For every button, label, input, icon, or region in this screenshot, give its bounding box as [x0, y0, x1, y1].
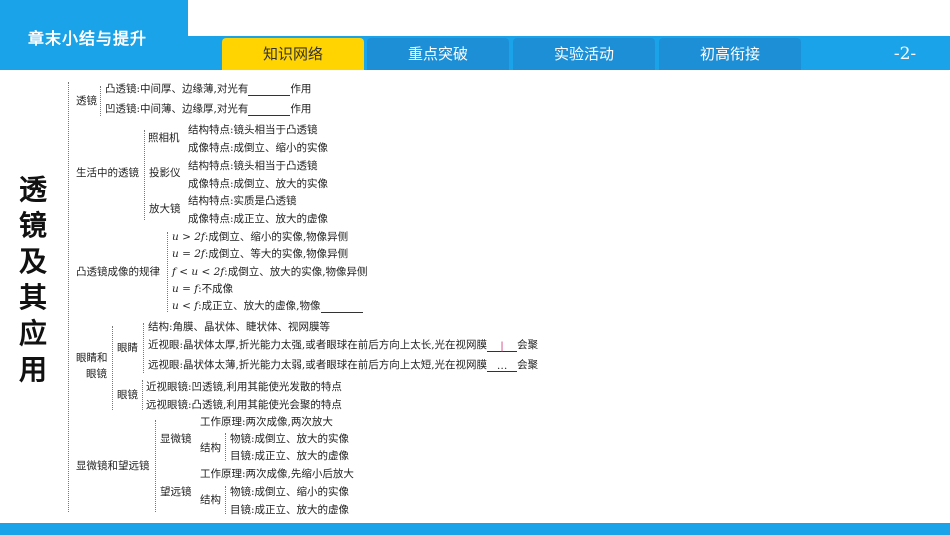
eye-sub-brace — [143, 323, 144, 373]
eyes-brace — [112, 326, 113, 410]
side-title-char: 透 — [18, 173, 47, 206]
telescope-eyepiece: 目镜:成正立、放大的虚像 — [230, 504, 350, 516]
rule-condition: u = 2f — [172, 248, 205, 260]
myopia-suffix: 会聚 — [517, 339, 539, 351]
camera-label: 照相机 — [148, 132, 180, 144]
side-title-char: 用 — [18, 353, 47, 386]
tab-knowledge-network[interactable]: 知识网络 — [222, 38, 364, 70]
concave-lens-item: 凹透镜:中间薄、边缘厚,对光有 作用 — [105, 102, 311, 116]
projector-label: 投影仪 — [149, 167, 181, 179]
rule-result: :成倒立、放大的实像,物像异侧 — [224, 266, 368, 278]
answer-blank — [320, 300, 363, 313]
projector-feature: 结构特点:镜头相当于凸透镜 — [188, 160, 318, 172]
telescope-structure-brace — [225, 486, 226, 514]
rule-item-3: f < u < 2f:成倒立、放大的实像,物像异侧 — [172, 265, 368, 279]
rule-condition: f < u < 2f — [172, 266, 225, 278]
answer-blank: | — [487, 339, 518, 352]
microscope-structure-brace — [225, 433, 226, 461]
concave-lens-text: 凹透镜:中间薄、边缘厚,对光有 — [105, 103, 249, 115]
eye-structure: 结构:角膜、晶状体、睫状体、视网膜等 — [148, 321, 331, 333]
microscope-objective: 物镜:成倒立、放大的实像 — [230, 433, 350, 445]
rule-condition: u > 2f — [172, 231, 205, 243]
myopia-glasses: 近视眼镜:凹透镜,利用其能使光发散的特点 — [146, 381, 342, 393]
answer-blank — [248, 103, 291, 116]
main-brace — [68, 82, 69, 512]
glasses-brace — [142, 380, 143, 410]
daily-brace — [144, 130, 145, 220]
rule-item-1: u > 2f:成倒立、缩小的实像,物像异侧 — [172, 230, 348, 244]
rule-item-4: u = f:不成像 — [172, 282, 233, 296]
lens-label: 透镜 — [76, 95, 97, 107]
rule-item-5: u < f:成正立、放大的虚像,物像 — [172, 299, 363, 313]
rule-result: :成倒立、等大的实像,物像异侧 — [204, 248, 349, 260]
side-title-char: 应 — [18, 317, 47, 350]
hyperopia-item: 远视眼:晶状体太薄,折光能力太弱,或者眼球在前后方向上太短,光在视网膜… 会聚 — [148, 358, 538, 372]
tab-key-points[interactable]: 重点突破 — [367, 38, 509, 70]
scopes-brace — [155, 420, 156, 512]
tab-experiments[interactable]: 实验活动 — [513, 38, 655, 70]
camera-feature: 结构特点:镜头相当于凸透镜 — [188, 124, 318, 136]
eyes-label-line2: 眼镜 — [86, 368, 107, 380]
scopes-label: 显微镜和望远镜 — [76, 460, 150, 472]
answer-blank — [248, 83, 291, 96]
telescope-principle: 工作原理:两次成像,先缩小后放大 — [200, 468, 354, 480]
chapter-title-box: 章末小结与提升 — [0, 0, 188, 70]
microscope-eyepiece: 目镜:成正立、放大的虚像 — [230, 450, 350, 462]
hyperopia-suffix: 会聚 — [517, 359, 539, 371]
hyperopia-glasses: 远视眼镜:凸透镜,利用其能使光会聚的特点 — [146, 399, 342, 411]
microscope-label: 显微镜 — [160, 433, 192, 445]
magnifier-label: 放大镜 — [149, 203, 181, 215]
myopia-text: 近视眼:晶状体太厚,折光能力太强,或者眼球在前后方向上太长,光在视网膜 — [148, 339, 488, 351]
magnifier-feature: 结构特点:实质是凸透镜 — [188, 195, 297, 207]
page-number: -2- — [893, 44, 917, 64]
rule-result: :成倒立、缩小的实像,物像异侧 — [204, 231, 349, 243]
side-title-char: 其 — [18, 281, 47, 314]
eye-label: 眼睛 — [117, 342, 138, 354]
side-title-char: 及 — [18, 245, 47, 278]
convex-lens-item: 凸透镜:中间厚、边缘薄,对光有 作用 — [105, 82, 311, 96]
rules-label: 凸透镜成像的规律 — [76, 266, 160, 278]
convex-lens-suffix: 作用 — [290, 83, 312, 95]
side-title-char: 镜 — [18, 209, 47, 242]
projector-image: 成像特点:成倒立、放大的实像 — [188, 178, 329, 190]
bottom-bar — [0, 523, 950, 535]
microscope-principle: 工作原理:两次成像,两次放大 — [200, 416, 333, 428]
side-title: 透 镜 及 其 应 用 — [15, 172, 51, 388]
rule-condition: u < f — [172, 300, 199, 312]
telescope-structure-label: 结构 — [200, 494, 221, 506]
microscope-structure-label: 结构 — [200, 442, 221, 454]
rule-condition: u = f — [172, 283, 199, 295]
tab-high-school-link[interactable]: 初高衔接 — [659, 38, 801, 70]
magnifier-image: 成像特点:成正立、放大的虚像 — [188, 213, 329, 225]
camera-image: 成像特点:成倒立、缩小的实像 — [188, 142, 329, 154]
hyperopia-text: 远视眼:晶状体太薄,折光能力太弱,或者眼球在前后方向上太短,光在视网膜 — [148, 359, 488, 371]
telescope-objective: 物镜:成倒立、缩小的实像 — [230, 486, 350, 498]
telescope-label: 望远镜 — [160, 486, 192, 498]
daily-lens-label: 生活中的透镜 — [76, 167, 139, 179]
chapter-title: 章末小结与提升 — [28, 29, 148, 48]
myopia-item: 近视眼:晶状体太厚,折光能力太强,或者眼球在前后方向上太长,光在视网膜 | 会聚 — [148, 338, 538, 352]
glasses-label: 眼镜 — [117, 389, 138, 401]
eyes-label-line1: 眼睛和 — [76, 352, 108, 364]
concave-lens-suffix: 作用 — [290, 103, 312, 115]
convex-lens-text: 凸透镜:中间厚、边缘薄,对光有 — [105, 83, 249, 95]
lens-brace — [100, 86, 101, 116]
rule-result: :不成像 — [198, 283, 234, 295]
answer-blank: … — [487, 359, 518, 372]
rules-brace — [167, 232, 168, 312]
rule-result: :成正立、放大的虚像,物像 — [198, 300, 321, 312]
rule-item-2: u = 2f:成倒立、等大的实像,物像异侧 — [172, 247, 348, 261]
